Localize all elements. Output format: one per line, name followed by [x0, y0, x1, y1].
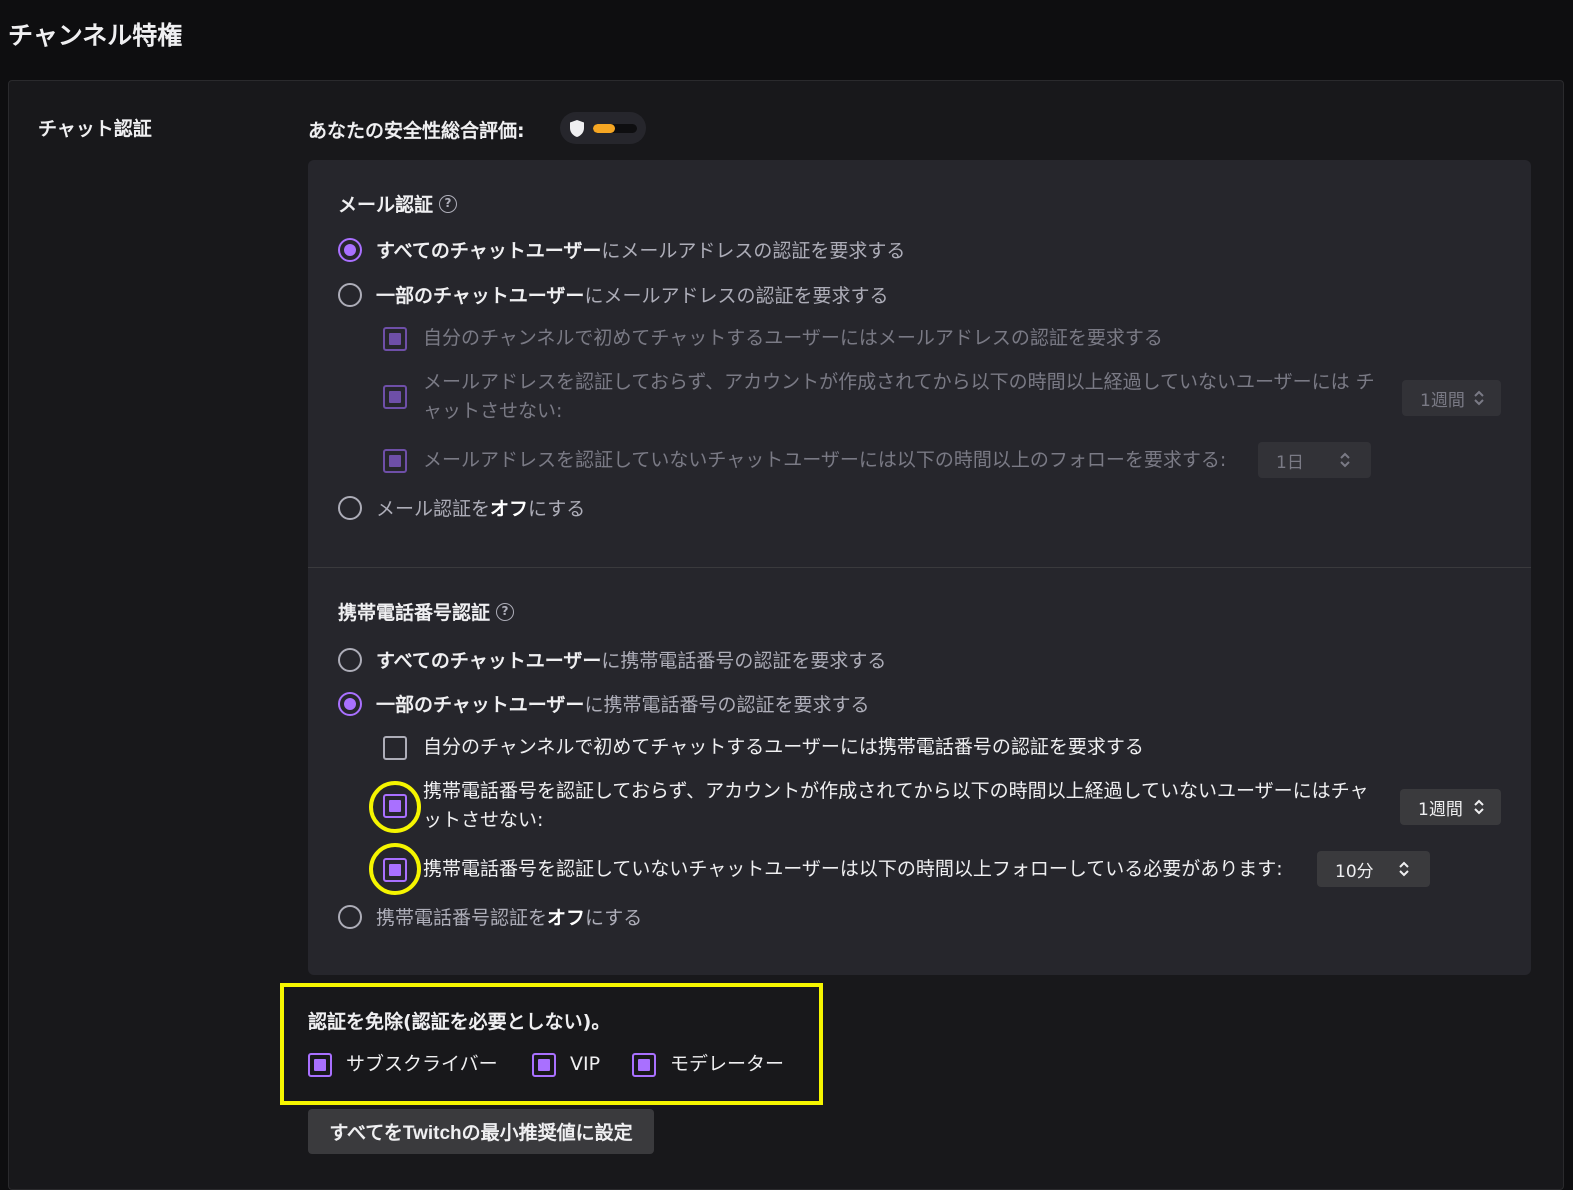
email-option-all-bold: すべてのチャットユーザー [376, 240, 602, 262]
phone-sub-first-chat-label: 自分のチャンネルで初めてチャットするユーザーには携帯電話番号の認証を要求する [423, 736, 1144, 758]
phone-option-all-rest: に携帯電話番号の認証を要求する [601, 650, 887, 672]
phone-follow-time-select[interactable]: 10分 [1317, 851, 1430, 887]
phone-off-bold: オフ [547, 907, 586, 929]
phone-sub-first-chat[interactable]: 自分のチャンネルで初めてチャットするユーザーには携帯電話番号の認証を要求する [383, 733, 1144, 762]
checkbox[interactable] [383, 326, 407, 351]
email-verification-heading: メール認証 ? [338, 190, 458, 217]
help-icon[interactable]: ? [496, 602, 515, 621]
email-heading-text: メール認証 [338, 194, 434, 216]
email-option-all-rest: にメールアドレスの認証を要求する [601, 240, 906, 262]
email-off-bold: オフ [490, 498, 529, 520]
chevron-updown-icon [1399, 861, 1409, 877]
exempt-vip-label: VIP [570, 1053, 601, 1075]
radio-button[interactable] [338, 282, 362, 307]
radio-button[interactable] [338, 691, 362, 716]
email-radio-all[interactable]: すべてのチャットユーザー にメールアドレスの認証を要求する [338, 236, 905, 263]
set-recommended-button[interactable]: すべてをTwitchの最小推奨値に設定 [308, 1109, 654, 1154]
exempt-vip[interactable]: VIP [532, 1050, 600, 1079]
email-sub-account-age-label: メールアドレスを認証しておらず、アカウントが作成されてから以下の時間以上経過して… [423, 371, 1375, 422]
radio-button[interactable] [338, 904, 362, 929]
radio-button[interactable] [338, 237, 362, 262]
checkbox[interactable] [383, 448, 407, 473]
chevron-updown-icon [1474, 390, 1484, 406]
exempt-moderator[interactable]: モデレーター [632, 1050, 784, 1079]
checkbox[interactable] [383, 385, 407, 409]
safety-rating-fill [593, 124, 615, 133]
radio-button[interactable] [338, 495, 362, 520]
exempt-title: 認証を免除(認証を必要としない)。 [308, 1011, 611, 1033]
chevron-updown-icon [1474, 799, 1484, 815]
phone-sub-follow-time[interactable]: 携帯電話番号を認証していないチャットユーザーは以下の時間以上フォローしている必要… [383, 855, 1283, 884]
email-off-pre: メール認証を [376, 498, 491, 520]
checkbox[interactable] [383, 735, 407, 760]
highlight-circle [369, 843, 421, 895]
help-icon[interactable]: ? [439, 194, 458, 213]
checkbox[interactable] [308, 1052, 332, 1077]
phone-off-post: にする [585, 907, 643, 929]
select-value: 1週間 [1420, 390, 1465, 411]
exempt-subscriber-label: サブスクライバー [346, 1053, 498, 1075]
phone-option-all-bold: すべてのチャットユーザー [376, 650, 602, 672]
email-sub-first-chat-label: 自分のチャンネルで初めてチャットするユーザーにはメールアドレスの認証を要求する [423, 327, 1163, 349]
shield-icon [570, 120, 584, 137]
email-radio-some[interactable]: 一部のチャットユーザー にメールアドレスの認証を要求する [338, 281, 888, 308]
phone-radio-off[interactable]: 携帯電話番号認証を オフ にする [338, 903, 642, 930]
select-value: 1週間 [1418, 799, 1463, 820]
phone-heading-text: 携帯電話番号認証 [338, 602, 491, 624]
select-value: 10分 [1335, 861, 1374, 882]
safety-rating-indicator[interactable] [560, 112, 646, 144]
safety-rating-bar [593, 124, 637, 133]
email-sub-follow-time[interactable]: メールアドレスを認証していないチャットユーザーには以下の時間以上のフォローを要求… [383, 446, 1226, 475]
section-label: チャット認証 [38, 118, 152, 140]
radio-button[interactable] [338, 647, 362, 672]
section-divider [308, 567, 1531, 568]
email-option-some-bold: 一部のチャットユーザー [376, 285, 585, 307]
select-value: 1日 [1276, 452, 1304, 473]
phone-verification-heading: 携帯電話番号認証 ? [338, 598, 515, 625]
email-off-post: にする [528, 498, 586, 520]
phone-sub-account-age-label: 携帯電話番号を認証しておらず、アカウントが作成されてから以下の時間以上経過してい… [423, 780, 1369, 831]
phone-option-some-rest: に携帯電話番号の認証を要求する [584, 694, 870, 716]
phone-account-age-select[interactable]: 1週間 [1400, 789, 1501, 825]
highlight-circle [369, 781, 421, 833]
phone-off-pre: 携帯電話番号認証を [376, 907, 548, 929]
email-sub-follow-time-label: メールアドレスを認証していないチャットユーザーには以下の時間以上のフォローを要求… [423, 449, 1227, 471]
phone-option-some-bold: 一部のチャットユーザー [376, 694, 585, 716]
email-account-age-select[interactable]: 1週間 [1402, 380, 1501, 416]
phone-sub-account-age[interactable]: 携帯電話番号を認証しておらず、アカウントが作成されてから以下の時間以上経過してい… [383, 777, 1383, 835]
email-radio-off[interactable]: メール認証を オフ にする [338, 494, 585, 521]
phone-radio-all[interactable]: すべてのチャットユーザー に携帯電話番号の認証を要求する [338, 646, 886, 673]
exempt-highlight-box [280, 983, 823, 1105]
phone-sub-follow-time-label: 携帯電話番号を認証していないチャットユーザーは以下の時間以上フォローしている必要… [423, 858, 1283, 880]
page-title: チャンネル特権 [8, 21, 183, 50]
safety-rating-label: あなたの安全性総合評価: [308, 120, 525, 142]
checkbox[interactable] [532, 1052, 556, 1077]
exempt-subscriber[interactable]: サブスクライバー [308, 1050, 498, 1079]
checkbox[interactable] [632, 1052, 656, 1077]
email-sub-account-age[interactable]: メールアドレスを認証しておらず、アカウントが作成されてから以下の時間以上経過して… [383, 368, 1383, 426]
email-option-some-rest: にメールアドレスの認証を要求する [584, 285, 889, 307]
phone-radio-some[interactable]: 一部のチャットユーザー に携帯電話番号の認証を要求する [338, 690, 869, 717]
email-follow-time-select[interactable]: 1日 [1258, 442, 1371, 478]
email-sub-first-chat[interactable]: 自分のチャンネルで初めてチャットするユーザーにはメールアドレスの認証を要求する [383, 324, 1163, 353]
exempt-moderator-label: モデレーター [670, 1053, 785, 1075]
chevron-updown-icon [1340, 452, 1350, 468]
